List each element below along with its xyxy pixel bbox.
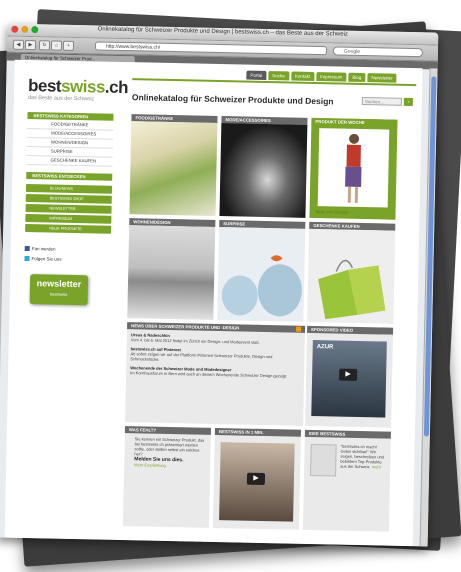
category-list: FOOD/GETRÄNKE MODE/ACCESSOIRES WOHNEN/DE… — [26, 119, 114, 167]
was-fehlt-box: WAS FEHLT? Sie kennen ein Schweizer Prod… — [122, 426, 212, 528]
newsletter-label: newsletter — [36, 278, 82, 290]
news-item-body: Vom 4. bis 6. Mai 2012 findet im Zürich … — [130, 337, 260, 345]
news-item-body: Ab sofort zeigen wir auf der Plattform P… — [130, 351, 273, 362]
sponsored-video-box: SPONSORED VIDEO AZUR ▶ — [305, 325, 394, 428]
discover-shop[interactable]: BESTSWISS SHOP — [25, 193, 112, 204]
intro-video[interactable]: ▶ — [219, 442, 295, 522]
discover-newsletter[interactable]: NEWSLETTER — [25, 203, 112, 214]
video-title: SPONSORED VIDEO — [307, 325, 394, 335]
pdw-image — [317, 128, 390, 208]
tile-product-of-week[interactable]: PRODUKT DER WOCHE Bluse von Beispiel — [309, 117, 398, 220]
browser-window: Onlinekatalog für Schweizer Produkte und… — [0, 23, 439, 547]
bookmark-icon[interactable]: + — [62, 40, 75, 51]
rss-icon[interactable] — [296, 326, 302, 332]
gifts-image — [307, 228, 396, 324]
web-page: bestswiss.ch das Beste aus der Schweiz P… — [4, 59, 423, 547]
news-item-body: Im Kornhausforum in Bern wird auch an di… — [130, 370, 288, 379]
tile-geschenke[interactable]: GESCHENKE KAUFEN — [307, 221, 396, 324]
nav-suche[interactable]: Suche — [268, 71, 290, 81]
was-text: Sie kennen ein Schweizer Produkt, das be… — [134, 436, 205, 457]
logo-part: swiss — [60, 76, 106, 97]
nav-blog[interactable]: Blog — [348, 72, 366, 83]
surprise-image — [217, 227, 306, 322]
facebook-link[interactable]: Fan werden — [24, 246, 56, 252]
discover-blog[interactable]: BLOG/NEWS — [25, 183, 113, 194]
fashion-image — [219, 123, 308, 218]
was-link[interactable]: Mehr Empfehlung — [134, 462, 166, 468]
newsletter-badge[interactable]: newsletter bestswiss — [29, 274, 89, 306]
back-icon[interactable]: ◀ — [12, 39, 25, 50]
news-item[interactable]: Ursus & Nadeschkin Vom 4. bis 6. Mai 2012… — [131, 332, 301, 346]
tile-surprise[interactable]: SURPRISE — [217, 220, 306, 322]
discover-impressum[interactable]: IMPRESSUM — [25, 213, 112, 224]
address-bar[interactable]: http://www.bestswiss.ch/ — [94, 41, 328, 56]
search-button[interactable]: › — [403, 97, 413, 107]
forward-icon[interactable]: ▶ — [24, 39, 37, 51]
twitter-label: Folgen Sie uns — [31, 256, 62, 262]
page-title: Onlinekatalog für Schweizer Produkte und… — [131, 92, 334, 107]
tile-food[interactable]: FOOD/GETRÄNKE — [129, 114, 218, 216]
play-icon[interactable]: ▶ — [339, 368, 358, 381]
news-item[interactable]: bestswiss.ch auf Pinterest Ab sofort zeig… — [130, 346, 300, 365]
news-box: NEWS ÜBER SCHWEIZER PRODUKTE UND -DESIGN… — [125, 322, 306, 426]
newsletter-sublabel: bestswiss — [50, 291, 68, 297]
news-list: Ursus & Nadeschkin Vom 4. bis 6. Mai 2012… — [126, 329, 305, 382]
logo-part: .ch — [104, 77, 129, 98]
nav-kontakt[interactable]: Kontakt — [290, 71, 315, 81]
site-search-input[interactable]: Suchen... — [361, 96, 402, 106]
play-icon[interactable]: ▶ — [246, 472, 266, 486]
twitter-icon — [24, 256, 30, 262]
nav-portal[interactable]: Portal — [246, 70, 267, 80]
food-image — [129, 121, 218, 216]
video-player[interactable]: AZUR ▶ — [311, 340, 387, 418]
idee-title: IDEE BESTSWISS — [304, 429, 391, 439]
tile-pdw-title: PRODUKT DER WOCHE — [311, 117, 398, 127]
discover-new-products[interactable]: NEUE PRODUKTE — [25, 223, 112, 234]
idee-body: "bestswiss.ch macht Gutes sichtbar!" Wir… — [336, 441, 391, 473]
idee-link[interactable]: mehr — [372, 464, 381, 469]
was-body: Sie kennen ein Schweizer Produkt, das be… — [124, 433, 211, 472]
logo-part: best — [27, 75, 62, 96]
min-title: BESTSWISS IN 1 MIN. — [214, 427, 301, 437]
tile-mode[interactable]: MODE/ACCESSOIRES — [219, 116, 308, 218]
browser-search-field[interactable]: Google — [332, 46, 424, 58]
nav-impressum[interactable]: Impressum — [316, 72, 347, 82]
discover-list: BLOG/NEWS BESTSWISS SHOP NEWSLETTER IMPR… — [25, 183, 113, 236]
living-image — [127, 225, 216, 320]
home-icon[interactable]: ⌂ — [50, 40, 63, 51]
pdw-caption: Bluse von Beispiel — [315, 209, 349, 215]
category-geschenke[interactable]: GESCHENKE KAUFEN — [26, 155, 113, 167]
nav-newsletter[interactable]: Newsletter — [367, 73, 397, 83]
discover-heading: BESTSWISS ENTDECKEN — [26, 171, 113, 181]
facebook-icon — [24, 246, 30, 252]
facebook-label: Fan werden — [31, 246, 56, 252]
switzerland-map-icon — [310, 443, 337, 477]
twitter-link[interactable]: Folgen Sie uns — [24, 256, 62, 262]
idee-box: IDEE BESTSWISS "bestswiss.ch macht Gutes… — [302, 429, 391, 532]
news-item[interactable]: Wochenende der Schweizer Mode und Modede… — [130, 365, 300, 379]
video-label: AZUR — [316, 344, 334, 351]
one-minute-box: BESTSWISS IN 1 MIN. ▶ — [212, 427, 301, 530]
tile-wohnen[interactable]: WOHNEN/DESIGN — [127, 218, 216, 320]
site-slogan: das Beste aus der Schweiz — [27, 94, 95, 103]
reload-icon[interactable]: ↻ — [38, 40, 51, 51]
